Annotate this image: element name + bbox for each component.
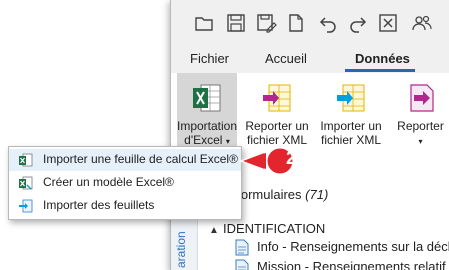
import-excel-label: Importation d'Excel ▾ [177,119,237,149]
tab-donnees[interactable]: Données [355,51,410,66]
application-window: Fichier Accueil Données Importation d'Ex… [170,0,449,270]
import-xml-icon [334,81,368,115]
import-excel-line1: Importation [177,119,238,133]
excel-template-icon [18,175,33,191]
undo-icon[interactable] [317,12,339,34]
forms-count: (71) [305,187,329,202]
menu-item-label: Importer une feuille de calcul Excel® [43,152,238,166]
import-xml-button[interactable]: Importer un fichier XML [315,73,387,171]
save-as-icon[interactable] [255,12,277,34]
export-xml-line1: Reporter un [245,119,309,133]
menu-item-import-sheets[interactable]: Importer des feuillets [9,195,241,217]
excel-sheet-icon [18,152,33,168]
export-more-label: Reporter ▾ [391,119,449,149]
document-icon [235,259,249,270]
menu-item-create-template[interactable]: Créer un modèle Excel® [9,172,241,194]
ribbon-tabs: Fichier Accueil Données [171,45,449,74]
users-icon[interactable] [411,12,433,34]
open-folder-icon[interactable] [193,12,215,34]
import-xml-line2: fichier XML [320,133,382,147]
section-title[interactable]: IDENTIFICATION [223,221,325,236]
menu-item-label: Créer un modèle Excel® [43,175,174,189]
chevron-down-icon: ▾ [418,137,423,146]
tab-fichier[interactable]: Fichier [190,51,229,66]
export-more-line1: Reporter [397,119,444,133]
menu-item-import-spreadsheet[interactable]: Importer une feuille de calcul Excel® [9,149,241,171]
document-icon [235,239,249,256]
tab-accueil[interactable]: Accueil [265,51,307,66]
step-number: 2 [285,148,296,168]
save-icon[interactable] [225,12,247,34]
import-excel-dropdown: Importer une feuille de calcul Excel® Cr… [8,146,242,220]
export-more-button[interactable]: Reporter ▾ [391,73,449,171]
excel-icon[interactable] [377,12,399,34]
export-xml-line2: fichier XML [246,133,308,147]
vertical-tab-label: aration [174,231,188,268]
quick-access-toolbar [171,0,449,45]
import-sheets-icon [18,198,33,214]
list-item[interactable]: Info - Renseignements sur la décl [257,239,449,254]
menu-item-label: Importer des feuillets [43,198,155,212]
export-xml-label: Reporter un fichier XML [241,119,313,147]
redo-icon[interactable] [347,12,369,34]
list-item[interactable]: Mission - Renseignements relatif [257,259,446,270]
collapse-toggle-icon[interactable]: ▲ [209,225,219,236]
export-more-icon [403,81,437,115]
import-xml-line1: Importer un [320,119,382,133]
export-xml-icon [260,81,294,115]
new-file-icon[interactable] [285,12,307,34]
import-excel-line2: d'Excel [184,133,223,147]
excel-import-icon [190,81,224,115]
chevron-down-icon: ▾ [225,137,230,146]
import-xml-label: Importer un fichier XML [315,119,387,147]
active-tab-indicator [345,69,415,72]
